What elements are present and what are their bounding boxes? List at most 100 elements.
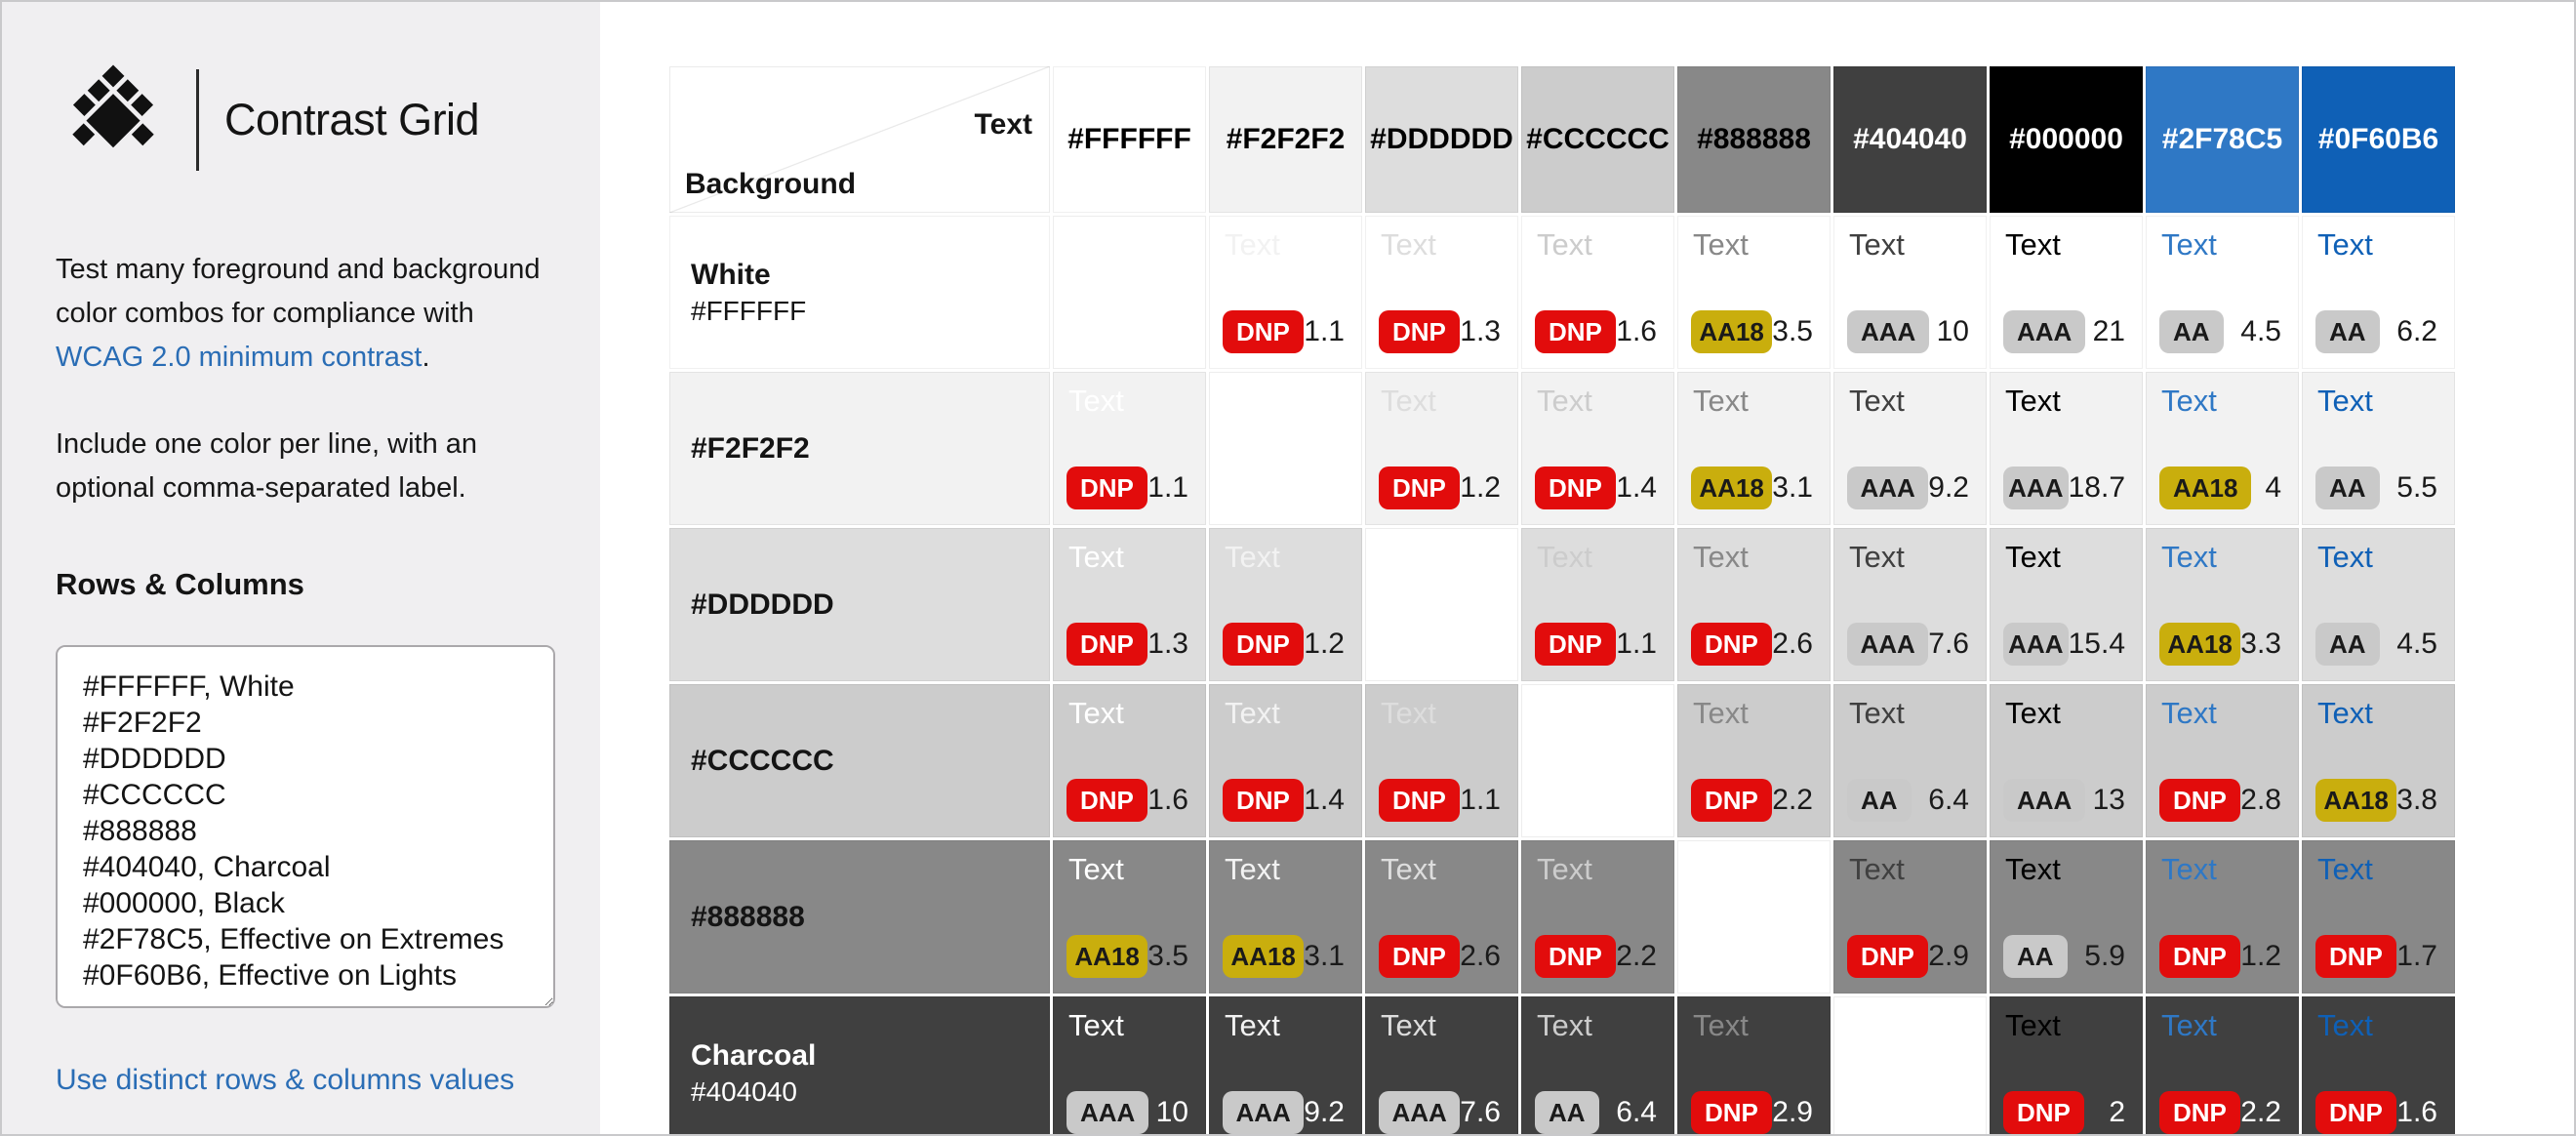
compliance-badge-dnp: DNP bbox=[1223, 779, 1304, 822]
contrast-ratio: 3.3 bbox=[2240, 628, 2281, 661]
sample-text: Text bbox=[1693, 227, 1749, 263]
compliance-badge-dnp: DNP bbox=[1379, 935, 1460, 978]
compliance-badge-aa18: AA18 bbox=[2159, 467, 2251, 509]
grid-cell-blank bbox=[1833, 996, 1987, 1136]
grid-cell-blank bbox=[1677, 840, 1831, 994]
contrast-ratio: 1.1 bbox=[1460, 784, 1501, 817]
grid-corner-cell: Text Background bbox=[669, 66, 1050, 213]
grid-cell-F2F2F2-DDDDDD: TextDNP1.2 bbox=[1365, 372, 1518, 525]
grid-cell-404040-000000: TextDNP2 bbox=[1990, 996, 2143, 1136]
compliance-badge-dnp: DNP bbox=[2159, 1091, 2240, 1134]
compliance-badge-aa: AA bbox=[2315, 623, 2380, 666]
column-header-F2F2F2: #F2F2F2 bbox=[1209, 66, 1362, 213]
sample-text: Text bbox=[1068, 852, 1124, 887]
grid-cell-DDDDDD-2F78C5: TextAA183.3 bbox=[2146, 528, 2299, 681]
sample-text: Text bbox=[1849, 540, 1905, 575]
sample-text: Text bbox=[2161, 1008, 2217, 1043]
compliance-badge-aa18: AA18 bbox=[1223, 935, 1304, 978]
wcag-contrast-link[interactable]: WCAG 2.0 minimum contrast bbox=[56, 342, 422, 373]
compliance-badge-dnp: DNP bbox=[1535, 935, 1616, 978]
compliance-badge-aaa: AAA bbox=[2003, 310, 2085, 353]
sample-text: Text bbox=[1537, 852, 1592, 887]
sample-text: Text bbox=[1849, 227, 1905, 263]
eightshapes-logo-icon[interactable] bbox=[56, 62, 171, 178]
contrast-ratio: 3.5 bbox=[1772, 315, 1813, 348]
sample-text: Text bbox=[2005, 696, 2061, 731]
compliance-badge-dnp: DNP bbox=[2315, 1091, 2396, 1134]
grid-cell-888888-2F78C5: TextDNP1.2 bbox=[2146, 840, 2299, 994]
colors-input[interactable]: #FFFFFF, White #F2F2F2 #DDDDDD #CCCCCC #… bbox=[56, 645, 555, 1008]
grid-cell-FFFFFF-F2F2F2: TextDNP1.1 bbox=[1209, 216, 1362, 369]
contrast-ratio: 1.4 bbox=[1616, 471, 1657, 505]
contrast-ratio: 4.5 bbox=[2240, 315, 2281, 348]
row-header-404040: Charcoal#404040 bbox=[669, 996, 1050, 1136]
row-header-DDDDDD: #DDDDDD bbox=[669, 528, 1050, 681]
sample-text: Text bbox=[1537, 540, 1592, 575]
intro-text: Test many foreground and background colo… bbox=[56, 248, 563, 380]
contrast-ratio: 9.2 bbox=[1928, 471, 1969, 505]
contrast-ratio: 2 bbox=[2109, 1096, 2125, 1129]
column-header-404040: #404040 bbox=[1833, 66, 1987, 213]
compliance-badge-aa18: AA18 bbox=[1067, 935, 1147, 978]
grid-cell-blank bbox=[1053, 216, 1206, 369]
compliance-badge-aaa: AAA bbox=[1067, 1091, 1148, 1134]
grid-cell-CCCCCC-F2F2F2: Text DNP1.4 bbox=[1209, 684, 1362, 837]
rows-columns-heading: Rows & Columns bbox=[56, 567, 553, 602]
compliance-badge-dnp: DNP bbox=[1535, 310, 1616, 353]
column-header-CCCCCC: #CCCCCC bbox=[1521, 66, 1674, 213]
sample-text: Text bbox=[1381, 384, 1436, 419]
compliance-badge-aa: AA bbox=[2315, 467, 2380, 509]
compliance-badge-dnp: DNP bbox=[1535, 623, 1616, 666]
contrast-ratio: 5.9 bbox=[2084, 940, 2125, 973]
grid-cell-DDDDDD-F2F2F2: TextDNP1.2 bbox=[1209, 528, 1362, 681]
sample-text: Text bbox=[1068, 384, 1124, 419]
distinct-values-link[interactable]: Use distinct rows & columns values bbox=[56, 1064, 553, 1097]
grid-cell-888888-000000: Text AA 5.9 bbox=[1990, 840, 2143, 994]
sample-text: Text bbox=[2161, 696, 2217, 731]
compliance-badge-aaa: AAA bbox=[1847, 623, 1928, 666]
compliance-badge-dnp: DNP bbox=[1379, 467, 1460, 509]
sample-text: Text bbox=[2317, 227, 2373, 263]
sample-text: Text bbox=[2317, 1008, 2373, 1043]
grid-cell-CCCCCC-DDDDDD: TextDNP1.1 bbox=[1365, 684, 1518, 837]
contrast-ratio: 3.1 bbox=[1772, 471, 1813, 505]
sample-text: Text bbox=[2005, 852, 2061, 887]
sample-text: Text bbox=[2005, 227, 2061, 263]
compliance-badge-aaa: AAA bbox=[1847, 310, 1929, 353]
compliance-badge-aa: AA bbox=[2003, 935, 2068, 978]
contrast-ratio: 2.6 bbox=[1772, 628, 1813, 661]
contrast-ratio: 21 bbox=[2093, 315, 2125, 348]
contrast-ratio: 1.2 bbox=[2240, 940, 2281, 973]
grid-area: Text Background #FFFFFF#F2F2F2#DDDDDD#CC… bbox=[600, 2, 2574, 1134]
grid-cell-FFFFFF-000000: Text AAA21 bbox=[1990, 216, 2143, 369]
contrast-ratio: 2.9 bbox=[1928, 940, 1969, 973]
compliance-badge-aaa: AAA bbox=[2003, 623, 2069, 666]
sample-text: Text bbox=[1225, 696, 1280, 731]
compliance-badge-dnp: DNP bbox=[1379, 779, 1460, 822]
app-window: Contrast Grid Test many foreground and b… bbox=[0, 0, 2576, 1136]
sample-text: Text bbox=[1537, 227, 1592, 263]
contrast-ratio: 1.6 bbox=[1147, 784, 1188, 817]
compliance-badge-aa: AA bbox=[2159, 310, 2224, 353]
grid-cell-F2F2F2-2F78C5: TextAA184 bbox=[2146, 372, 2299, 525]
contrast-ratio: 1.4 bbox=[1304, 784, 1345, 817]
column-header-888888: #888888 bbox=[1677, 66, 1831, 213]
row-header-FFFFFF: White#FFFFFF bbox=[669, 216, 1050, 369]
sample-text: Text bbox=[2317, 852, 2373, 887]
sample-text: Text bbox=[1381, 1008, 1436, 1043]
contrast-ratio: 1.2 bbox=[1304, 628, 1345, 661]
contrast-ratio: 18.7 bbox=[2069, 471, 2125, 505]
compliance-badge-dnp: DNP bbox=[1535, 467, 1616, 509]
sample-text: Text bbox=[1537, 1008, 1592, 1043]
compliance-badge-aa: AA bbox=[1535, 1091, 1599, 1134]
grid-cell-888888-404040: TextDNP2.9 bbox=[1833, 840, 1987, 994]
grid-cell-888888-DDDDDD: TextDNP2.6 bbox=[1365, 840, 1518, 994]
sample-text: Text bbox=[1225, 852, 1280, 887]
corner-background-label: Background bbox=[685, 168, 856, 201]
sample-text: Text bbox=[1225, 227, 1280, 263]
contrast-grid: Text Background #FFFFFF#F2F2F2#DDDDDD#CC… bbox=[669, 66, 2455, 1136]
grid-cell-DDDDDD-CCCCCC: TextDNP1.1 bbox=[1521, 528, 1674, 681]
compliance-badge-aaa: AAA bbox=[1379, 1091, 1460, 1134]
grid-cell-DDDDDD-000000: TextAAA15.4 bbox=[1990, 528, 2143, 681]
contrast-ratio: 7.6 bbox=[1460, 1096, 1501, 1129]
